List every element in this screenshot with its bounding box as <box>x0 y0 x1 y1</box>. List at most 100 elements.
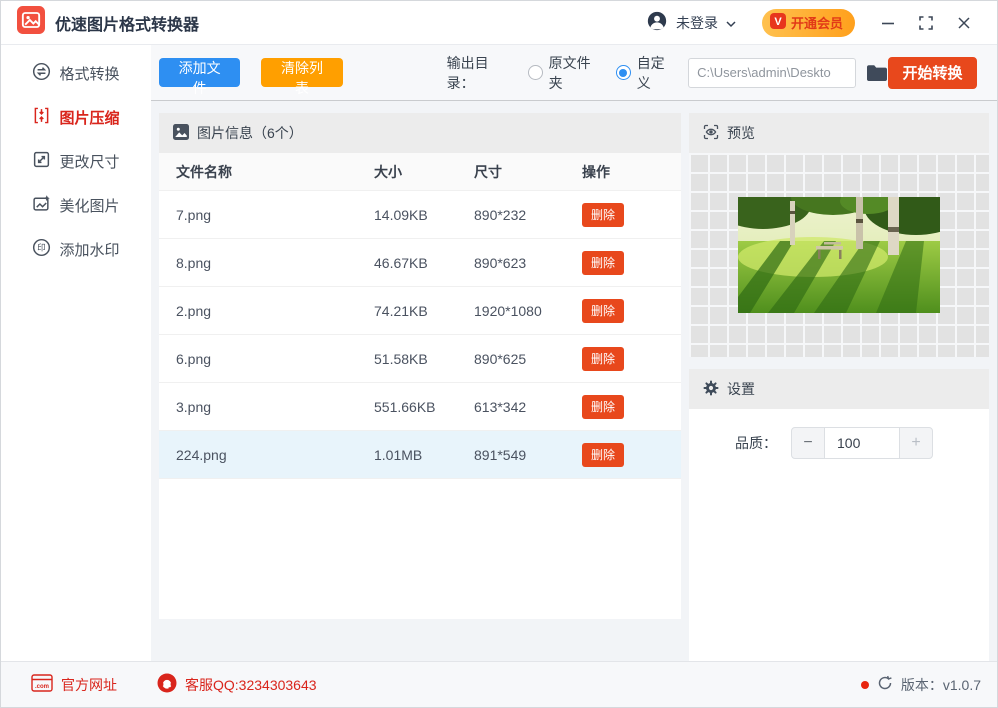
website-label: 官方网址 <box>61 676 117 693</box>
close-icon[interactable] <box>945 8 983 38</box>
delete-button[interactable]: 删除 <box>582 442 624 467</box>
sidebar-item-resize[interactable]: 更改尺寸 <box>32 149 120 173</box>
file-size-cell: 14.09KB <box>374 206 428 223</box>
open-vip-button[interactable]: V 开通会员 <box>761 8 855 37</box>
gear-icon <box>703 380 719 399</box>
file-dimensions-cell: 613*342 <box>474 398 527 415</box>
file-name-cell: 3.png <box>176 398 212 415</box>
user-avatar-icon <box>646 10 668 35</box>
file-name-cell: 2.png <box>176 302 212 319</box>
quality-label: 品质： <box>735 435 777 451</box>
file-size-cell: 551.66KB <box>374 398 436 415</box>
quality-minus-button[interactable]: − <box>791 427 825 459</box>
delete-button[interactable]: 删除 <box>582 250 624 275</box>
preview-image <box>738 197 940 313</box>
app-title: 优速图片格式转换器 <box>55 16 200 34</box>
beautify-icon <box>32 194 51 217</box>
maximize-icon[interactable] <box>907 8 945 38</box>
sidebar-item-watermark[interactable]: 印 添加水印 <box>32 237 120 261</box>
radio-custom-label: 自定义 <box>636 54 665 91</box>
official-website-link[interactable]: .com 官方网址 <box>31 674 117 695</box>
sidebar-item-beautify[interactable]: 美化图片 <box>32 193 120 217</box>
status-dot <box>860 680 869 689</box>
footer: .com 官方网址 客服QQ:3234303643 版本：v1.0.7 <box>1 661 997 707</box>
file-name-cell: 224.png <box>176 446 227 463</box>
sidebar-item-label: 美化图片 <box>59 197 120 215</box>
version-label: 版本：v1.0.7 <box>900 676 981 693</box>
file-dimensions-cell: 890*232 <box>474 206 527 223</box>
sidebar-item-format-convert[interactable]: 格式转换 <box>32 61 120 85</box>
radio-unchecked-icon <box>527 65 543 80</box>
app-window: 优速图片格式转换器 未登录 V 开通会员 格式转换 图片压缩 更改尺寸 美化图片… <box>0 0 998 708</box>
table-row[interactable]: 224.png 1.01MB 891*549 删除 <box>159 431 681 479</box>
sidebar-item-label: 图片压缩 <box>59 109 120 127</box>
file-action-cell: 删除 <box>582 202 681 227</box>
add-files-button[interactable]: 添加文件 <box>159 58 241 96</box>
image-compress-icon <box>32 106 51 129</box>
picture-info-icon <box>173 123 189 143</box>
delete-button[interactable]: 删除 <box>582 394 624 419</box>
delete-button[interactable]: 删除 <box>582 346 624 371</box>
preview-panel: 预览 <box>689 113 989 357</box>
quality-plus-button[interactable]: + <box>899 427 933 459</box>
output-dir-label: 输出目录： <box>446 54 489 91</box>
radio-custom-folder[interactable]: 自定义 <box>615 53 678 93</box>
table-row[interactable]: 8.png 46.67KB 890*623 删除 <box>159 239 681 287</box>
file-info-panel: 图片信息（6个） 文件名称 大小 尺寸 操作 7.png 14.09KB 890… <box>159 113 681 619</box>
sidebar-item-image-compress[interactable]: 图片压缩 <box>32 105 120 129</box>
col-size: 大小 <box>374 163 402 180</box>
clear-list-button[interactable]: 清除列表 <box>261 58 343 96</box>
quality-input[interactable] <box>825 427 899 459</box>
preview-title: 预览 <box>727 125 755 141</box>
website-icon: .com <box>31 674 53 695</box>
file-action-cell: 删除 <box>582 394 681 419</box>
sidebar-item-label: 格式转换 <box>59 65 120 83</box>
svg-text:V: V <box>774 16 782 28</box>
col-file-name: 文件名称 <box>176 163 232 180</box>
table-row[interactable]: 3.png 551.66KB 613*342 删除 <box>159 383 681 431</box>
table-row[interactable]: 6.png 51.58KB 890*625 删除 <box>159 335 681 383</box>
vip-icon: V <box>769 13 786 32</box>
radio-original-folder[interactable]: 原文件夹 <box>527 53 604 93</box>
radio-original-label: 原文件夹 <box>548 54 591 91</box>
settings-header: 设置 <box>689 369 989 409</box>
login-status[interactable]: 未登录 <box>646 10 736 35</box>
output-path-input[interactable] <box>688 57 857 88</box>
browse-folder-icon[interactable] <box>866 64 888 82</box>
settings-panel: 设置 品质： − + <box>689 369 989 661</box>
file-action-cell: 删除 <box>582 298 681 323</box>
svg-text:.com: .com <box>35 684 49 690</box>
chevron-down-icon <box>726 15 736 31</box>
preview-header: 预览 <box>689 113 989 153</box>
minimize-icon[interactable] <box>869 8 907 38</box>
titlebar: 优速图片格式转换器 未登录 V 开通会员 <box>1 1 997 45</box>
settings-title: 设置 <box>727 381 755 397</box>
window-controls <box>869 8 983 38</box>
file-info-title: 图片信息（6个） <box>197 125 303 141</box>
table-row[interactable]: 7.png 14.09KB 890*232 删除 <box>159 191 681 239</box>
refresh-icon[interactable] <box>877 675 893 694</box>
watermark-icon: 印 <box>32 238 51 261</box>
vip-label: 开通会员 <box>790 16 843 31</box>
main-area: 图片信息（6个） 文件名称 大小 尺寸 操作 7.png 14.09KB 890… <box>151 101 997 661</box>
svg-text:印: 印 <box>38 242 46 252</box>
quality-stepper: − + <box>791 427 933 459</box>
app-logo-icon <box>17 6 45 39</box>
file-action-cell: 删除 <box>582 346 681 371</box>
qq-label: 客服QQ:3234303643 <box>185 676 317 693</box>
customer-service-qq[interactable]: 客服QQ:3234303643 <box>157 673 317 696</box>
file-info-header: 图片信息（6个） <box>159 113 681 153</box>
file-dimensions-cell: 890*625 <box>474 350 527 367</box>
table-row[interactable]: 2.png 74.21KB 1920*1080 删除 <box>159 287 681 335</box>
delete-button[interactable]: 删除 <box>582 298 624 323</box>
file-table-body: 7.png 14.09KB 890*232 删除 8.png 46.67KB 8… <box>159 191 681 479</box>
file-size-cell: 74.21KB <box>374 302 428 319</box>
transparency-checkerboard <box>689 153 989 357</box>
start-convert-button[interactable]: 开始转换 <box>888 56 978 89</box>
file-name-cell: 8.png <box>176 254 212 271</box>
version-area: 版本：v1.0.7 <box>860 675 981 695</box>
file-size-cell: 46.67KB <box>374 254 428 271</box>
sidebar: 格式转换 图片压缩 更改尺寸 美化图片 印 添加水印 <box>1 45 151 661</box>
delete-button[interactable]: 删除 <box>582 202 624 227</box>
login-label: 未登录 <box>675 14 718 31</box>
